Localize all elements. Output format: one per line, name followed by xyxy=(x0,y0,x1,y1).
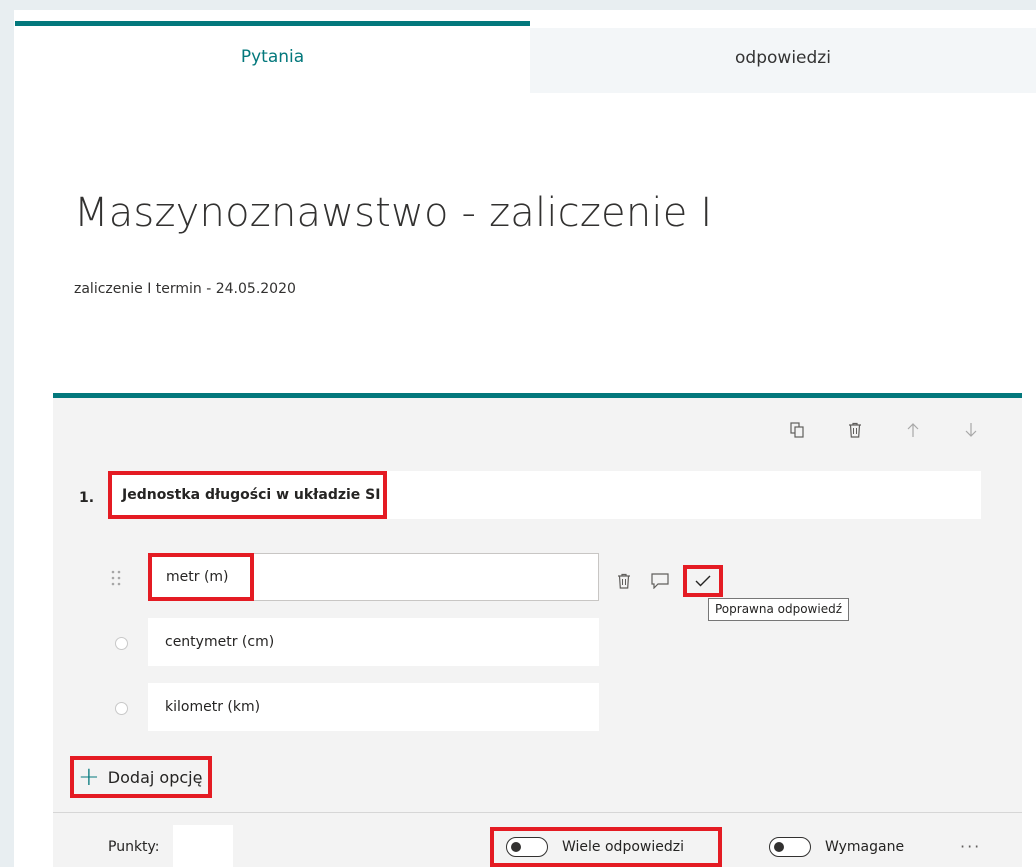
required-toggle[interactable]: Wymagane xyxy=(769,827,904,867)
add-option-button[interactable]: + Dodaj opcję xyxy=(70,756,213,798)
question-footer: Punkty: Wiele odpowiedzi Wymagane ··· xyxy=(53,812,1022,867)
copy-icon[interactable] xyxy=(768,416,826,444)
question-number: 1. xyxy=(79,490,95,506)
option-row-1: metr (m) xyxy=(53,553,1022,603)
option-actions xyxy=(613,565,723,597)
left-frame-strip xyxy=(0,0,14,867)
points-input[interactable] xyxy=(173,825,233,867)
tab-bar: Pytania odpowiedzi xyxy=(14,21,1036,93)
points-label: Punkty: xyxy=(108,839,160,855)
delete-icon[interactable] xyxy=(826,416,884,444)
option-input-1[interactable]: metr (m) xyxy=(148,553,599,601)
toggle-switch[interactable] xyxy=(506,837,548,857)
question-toolbar xyxy=(768,416,1000,444)
drag-handle-icon[interactable] xyxy=(111,569,125,589)
option-input-3[interactable]: kilometr (km) xyxy=(148,683,599,731)
form-subtitle[interactable]: zaliczenie I termin - 24.05.2020 xyxy=(74,281,296,297)
move-up-icon xyxy=(884,416,942,444)
radio-button[interactable] xyxy=(115,702,128,715)
tab-responses[interactable]: odpowiedzi xyxy=(530,28,1036,93)
radio-button[interactable] xyxy=(115,637,128,650)
add-option-label: Dodaj opcję xyxy=(107,767,203,787)
delete-option-icon[interactable] xyxy=(613,569,635,593)
more-options-icon[interactable]: ··· xyxy=(960,837,981,856)
multiple-answers-toggle[interactable]: Wiele odpowiedzi xyxy=(490,827,722,867)
top-frame-strip xyxy=(0,0,1036,10)
required-label: Wymagane xyxy=(825,839,905,855)
correct-answer-button[interactable] xyxy=(683,565,723,597)
form-title[interactable]: Maszynoznawstwo - zaliczenie I xyxy=(74,190,712,236)
plus-icon: + xyxy=(78,762,100,792)
tab-questions[interactable]: Pytania xyxy=(15,21,530,93)
question-card[interactable]: 1. Jednostka długości w układzie SI metr… xyxy=(53,393,1022,867)
question-title-input[interactable]: Jednostka długości w układzie SI xyxy=(108,471,981,519)
option-row-2: centymetr (cm) xyxy=(53,618,1022,668)
option-input-2[interactable]: centymetr (cm) xyxy=(148,618,599,666)
option-row-3: kilometr (km) xyxy=(53,683,1022,733)
multiple-answers-label: Wiele odpowiedzi xyxy=(562,839,684,855)
form-editor-page: Pytania odpowiedzi Maszynoznawstwo - zal… xyxy=(14,10,1036,867)
comment-icon[interactable] xyxy=(649,569,671,593)
checkmark-icon xyxy=(695,575,711,587)
move-down-icon xyxy=(942,416,1000,444)
toggle-switch[interactable] xyxy=(769,837,811,857)
